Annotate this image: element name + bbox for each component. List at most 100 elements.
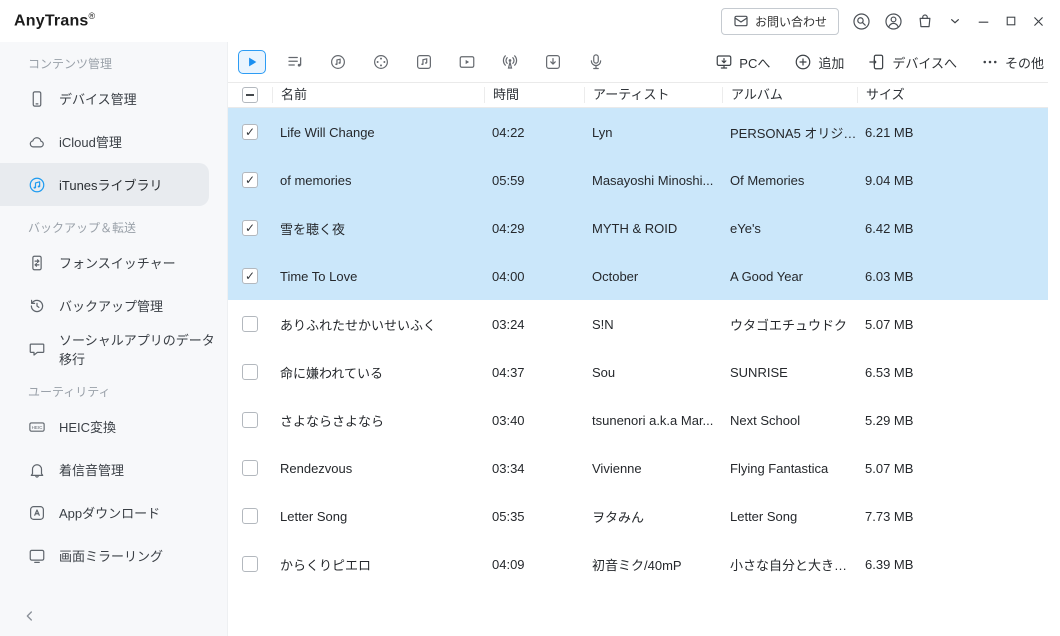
sidebar-item-backup-management[interactable]: バックアップ管理	[0, 284, 227, 327]
more-button[interactable]: その他	[981, 53, 1044, 72]
tab-music-videos[interactable]	[410, 50, 438, 74]
row-checkbox-cell	[228, 412, 272, 428]
cell-artist: Vivienne	[592, 460, 642, 476]
account-icon[interactable]	[884, 12, 903, 31]
row-checkbox[interactable]	[242, 220, 258, 236]
cell-duration: 03:34	[492, 460, 525, 476]
cell-artist: MYTH & ROID	[592, 220, 678, 236]
row-checkbox[interactable]	[242, 172, 258, 188]
minimize-icon[interactable]	[976, 14, 991, 29]
tab-podcasts[interactable]	[496, 50, 524, 74]
svg-text:HEIC: HEIC	[32, 424, 44, 429]
column-header-size[interactable]: サイズ	[857, 87, 1048, 103]
tab-movies[interactable]	[367, 50, 395, 74]
table-row[interactable]: Time To Love 04:00 October A Good Year 6…	[228, 252, 1048, 300]
cell-song-name: 命に嫌われている	[280, 365, 383, 381]
select-all-checkbox[interactable]	[242, 87, 258, 103]
column-header-album[interactable]: アルバム	[722, 87, 857, 103]
table-row[interactable]: 命に嫌われている 04:37 Sou SUNRISE 6.53 MB	[228, 348, 1048, 396]
maximize-icon[interactable]	[1004, 14, 1018, 28]
sidebar-item-label: ソーシャルアプリのデータ移行	[59, 332, 215, 367]
top-bar-right: お問い合わせ	[720, 7, 1046, 35]
main-content: PCへ 追加 デバイスへ その他 名前 時間 アーティスト アルバム サイズ ✓…	[228, 42, 1060, 636]
device-icon	[28, 90, 46, 108]
tab-tv-shows[interactable]	[453, 50, 481, 74]
close-icon[interactable]	[1031, 14, 1046, 29]
table-row[interactable]: Life Will Change 04:22 Lyn PERSONA5 オリジナ…	[228, 108, 1048, 156]
cell-album: 小さな自分と大きな世...	[730, 557, 857, 573]
cell-artist: 初音ミク/40mP	[592, 557, 682, 573]
table-row[interactable]: 雪を聴く夜 04:29 MYTH & ROID eYe's 6.42 MB	[228, 204, 1048, 252]
select-all-cell	[228, 87, 272, 103]
row-checkbox-cell	[228, 172, 272, 188]
sidebar-item-label: フォンスイッチャー	[59, 256, 176, 271]
cell-duration: 04:37	[492, 364, 525, 380]
sidebar: コンテンツ管理 デバイス管理 iCloud管理 iTunesライブラリ バックア…	[0, 42, 228, 636]
sidebar-item-phone-switcher[interactable]: フォンスイッチャー	[0, 241, 227, 284]
table-row[interactable]: Rendezvous 03:34 Vivienne Flying Fantast…	[228, 444, 1048, 492]
cell-duration: 04:22	[492, 124, 525, 140]
cell-album: A Good Year	[730, 268, 804, 284]
column-header-artist[interactable]: アーティスト	[584, 87, 722, 103]
tab-voice-memos[interactable]	[582, 50, 610, 74]
sidebar-item-label: バックアップ管理	[59, 299, 164, 314]
chevron-down-icon[interactable]	[947, 13, 963, 29]
table-header: 名前 時間 アーティスト アルバム サイズ	[228, 82, 1048, 108]
cell-duration: 03:24	[492, 316, 525, 332]
sidebar-item-icloud-management[interactable]: iCloud管理	[0, 120, 227, 163]
sidebar-item-heic-convert[interactable]: HEIC HEIC変換	[0, 405, 227, 448]
row-checkbox-cell	[228, 556, 272, 572]
table-row[interactable]: of memories 05:59 Masayoshi Minoshi... O…	[228, 156, 1048, 204]
cell-duration: 04:29	[492, 220, 525, 236]
cell-size: 5.07 MB	[865, 316, 914, 332]
row-checkbox[interactable]	[242, 316, 258, 332]
tab-playlist[interactable]	[281, 50, 309, 74]
row-checkbox[interactable]	[242, 124, 258, 140]
sidebar-item-label: 画面ミラーリング	[59, 549, 164, 564]
more-icon	[981, 53, 999, 71]
tab-audiobooks[interactable]	[539, 50, 567, 74]
table-row[interactable]: さよならさよなら 03:40 tsunenori a.k.a Mar... Ne…	[228, 396, 1048, 444]
sidebar-collapse-icon[interactable]	[22, 608, 38, 624]
itunes-icon	[28, 176, 46, 194]
sidebar-item-social-app-transfer[interactable]: ソーシャルアプリのデータ移行	[0, 327, 227, 370]
table-row[interactable]: からくりピエロ 04:09 初音ミク/40mP 小さな自分と大きな世... 6.…	[228, 540, 1048, 588]
phone-switcher-icon	[28, 254, 46, 272]
sidebar-item-itunes-library[interactable]: iTunesライブラリ	[0, 163, 209, 206]
microphone-icon	[587, 53, 605, 71]
row-checkbox[interactable]	[242, 412, 258, 428]
tab-ringtones[interactable]	[324, 50, 352, 74]
tab-music[interactable]	[238, 50, 266, 74]
row-checkbox[interactable]	[242, 460, 258, 476]
cell-size: 6.03 MB	[865, 268, 914, 284]
add-button[interactable]: 追加	[794, 53, 844, 72]
table-row[interactable]: Letter Song 05:35 ヲタみん Letter Song 7.73 …	[228, 492, 1048, 540]
store-bag-icon[interactable]	[916, 12, 934, 30]
row-checkbox-cell	[228, 460, 272, 476]
search-icon[interactable]	[852, 12, 871, 31]
row-checkbox[interactable]	[242, 556, 258, 572]
row-checkbox[interactable]	[242, 364, 258, 380]
cell-song-name: Time To Love	[280, 268, 358, 284]
row-checkbox[interactable]	[242, 268, 258, 284]
sidebar-item-app-download[interactable]: Appダウンロード	[0, 491, 227, 534]
to-pc-button[interactable]: PCへ	[715, 53, 770, 72]
cloud-icon	[28, 133, 46, 151]
sidebar-item-device-management[interactable]: デバイス管理	[0, 77, 227, 120]
heic-icon: HEIC	[28, 418, 46, 436]
sidebar-item-screen-mirroring[interactable]: 画面ミラーリング	[0, 534, 227, 577]
cell-artist: tsunenori a.k.a Mar...	[592, 412, 714, 428]
play-music-icon	[245, 55, 259, 69]
column-header-name[interactable]: 名前	[272, 87, 484, 103]
row-checkbox[interactable]	[242, 508, 258, 524]
table-row[interactable]: ありふれたせかいせいふく 03:24 S!N ウタゴエチュウドク 5.07 MB	[228, 300, 1048, 348]
sidebar-item-label: iCloud管理	[59, 135, 122, 150]
sidebar-item-label: iTunesライブラリ	[59, 178, 163, 193]
cell-album: Of Memories	[730, 172, 805, 188]
sidebar-item-ringtone-management[interactable]: 着信音管理	[0, 448, 227, 491]
cell-album: Flying Fantastica	[730, 460, 829, 476]
toolbar-actions: PCへ 追加 デバイスへ その他	[715, 53, 1044, 72]
contact-button[interactable]: お問い合わせ	[720, 7, 839, 35]
column-header-time[interactable]: 時間	[484, 87, 584, 103]
to-device-button[interactable]: デバイスへ	[868, 53, 957, 72]
